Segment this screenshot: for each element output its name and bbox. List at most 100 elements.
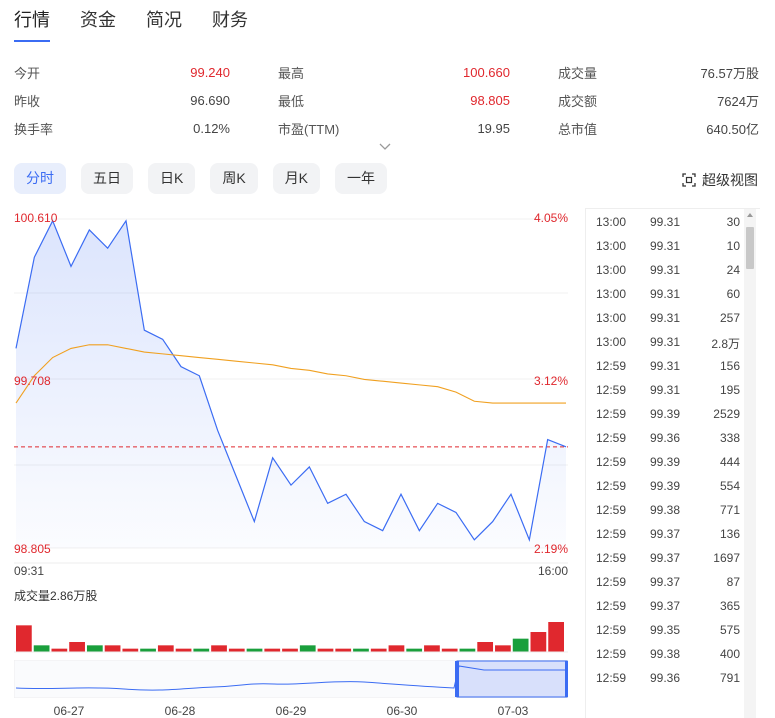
period-button-1[interactable]: 五日 <box>81 163 133 194</box>
tick-vol: 156 <box>719 359 740 373</box>
tick-time: 12:59 <box>596 407 627 421</box>
volume-bar <box>157 645 174 652</box>
stat-label: 成交量 <box>558 65 598 81</box>
tick-price: 99.31 <box>650 383 681 397</box>
nav-date: 06-30 <box>386 704 418 718</box>
tick-price: 99.31 <box>650 263 681 277</box>
stat-label: 市盈(TTM) <box>278 121 340 137</box>
scrollbar[interactable] <box>744 209 756 718</box>
super-view-button[interactable]: 超级视图 <box>682 170 758 190</box>
tick-vol: 195 <box>719 383 740 397</box>
tick-row: 13:00 99.31 24 <box>586 257 744 281</box>
stat-value: 640.50亿 <box>706 121 759 137</box>
tick-row: 12:59 99.39 554 <box>586 473 744 497</box>
tick-row: 12:59 99.38 771 <box>586 497 744 521</box>
tick-list[interactable]: 13:00 99.31 30 13:00 99.31 10 13:00 99.31 24 13:0… <box>585 208 760 718</box>
tick-row: 13:00 99.31 2.8万 <box>586 329 744 353</box>
tick-price: 99.37 <box>650 551 681 565</box>
tick-row: 12:59 99.37 365 <box>586 593 744 617</box>
tick-vol: 60 <box>726 287 740 301</box>
tick-vol: 554 <box>719 479 740 493</box>
tick-price: 99.31 <box>650 239 681 253</box>
pct-mid-label: 3.12% <box>533 374 568 388</box>
tick-vol: 24 <box>726 263 740 277</box>
tab-2[interactable]: 简况 <box>146 8 182 42</box>
tick-price: 99.31 <box>650 335 681 349</box>
stat-value: 7624万 <box>717 93 759 109</box>
tab-3[interactable]: 财务 <box>212 8 248 42</box>
tick-time: 12:59 <box>596 359 627 373</box>
volume-bar <box>388 645 405 652</box>
intraday-chart[interactable]: 100.610 99.708 98.805 4.05% 3.12% 2.19% … <box>14 207 568 582</box>
volume-bar <box>211 645 227 652</box>
stat-value: 76.57万股 <box>700 65 759 81</box>
volume-bar <box>69 642 85 652</box>
stat-row: 昨收 96.690 最低 98.805 成交额 7624万 <box>14 86 759 114</box>
chevron-down-icon[interactable] <box>379 142 391 152</box>
tick-time: 13:00 <box>596 335 627 349</box>
scrollbar-thumb[interactable] <box>746 227 754 269</box>
period-button-3[interactable]: 周K <box>210 163 258 194</box>
period-button-5[interactable]: 一年 <box>335 163 388 194</box>
tick-time: 12:59 <box>596 527 627 541</box>
intraday-chart-svg <box>14 218 568 564</box>
range-navigator[interactable] <box>14 660 568 698</box>
tick-price: 99.31 <box>650 287 681 301</box>
volume-bar <box>104 645 121 652</box>
tick-vol: 338 <box>719 431 740 445</box>
tick-row: 12:59 99.36 791 <box>586 665 744 689</box>
scroll-up-icon[interactable] <box>747 213 753 217</box>
super-view-label: 超级视图 <box>702 172 758 188</box>
tab-1[interactable]: 资金 <box>80 8 116 42</box>
volume-bar <box>33 645 50 652</box>
tick-time: 12:59 <box>596 551 627 565</box>
volume-bar <box>86 645 103 652</box>
stat-label: 今开 <box>14 65 41 81</box>
tick-price: 99.31 <box>650 215 681 229</box>
tick-time: 13:00 <box>596 215 627 229</box>
tick-row: 12:59 99.35 575 <box>586 617 744 641</box>
tick-row: 12:59 99.39 444 <box>586 449 744 473</box>
period-selector: 分时 五日 日K 周K 月K 一年 <box>14 163 388 194</box>
price-low-label: 98.805 <box>14 542 51 556</box>
stat-row: 换手率 0.12% 市盈(TTM) 19.95 总市值 640.50亿 <box>14 114 759 142</box>
tick-vol: 365 <box>719 599 740 613</box>
stat-value: 99.240 <box>190 64 230 80</box>
navigator-handle-left <box>455 661 459 697</box>
tick-price: 99.39 <box>650 479 681 493</box>
tick-vol: 1697 <box>713 551 740 565</box>
tick-price: 99.38 <box>650 647 681 661</box>
tab-bar: 行情 资金 简况 财务 <box>14 8 248 42</box>
tick-row: 12:59 99.36 338 <box>586 425 744 449</box>
nav-date: 06-28 <box>164 704 196 718</box>
pct-low-label: 2.19% <box>533 542 568 556</box>
tab-0[interactable]: 行情 <box>14 8 50 42</box>
stat-label: 昨收 <box>14 93 41 109</box>
tick-vol: 791 <box>719 671 740 685</box>
volume-chart <box>14 622 568 653</box>
stat-label: 换手率 <box>14 121 54 137</box>
period-button-4[interactable]: 月K <box>272 163 321 194</box>
stat-value: 98.805 <box>470 92 510 108</box>
period-button-0[interactable]: 分时 <box>14 163 66 194</box>
volume-bar <box>16 625 32 652</box>
tick-time: 12:59 <box>596 431 627 445</box>
tick-vol: 136 <box>719 527 740 541</box>
tick-time: 12:59 <box>596 599 627 613</box>
navigator-handle-right <box>565 661 568 697</box>
tick-time: 12:59 <box>596 671 627 685</box>
stat-value: 100.660 <box>463 64 510 80</box>
quote-stats: 今开 99.240 最高 100.660 成交量 76.57万股昨收 96.690 最低 98.… <box>14 58 759 142</box>
tick-price: 99.39 <box>650 455 681 469</box>
stat-label: 最高 <box>278 65 305 81</box>
tick-row: 13:00 99.31 257 <box>586 305 744 329</box>
volume-bar <box>299 645 316 652</box>
tick-price: 99.37 <box>650 575 681 589</box>
tick-vol: 771 <box>719 503 740 517</box>
tick-price: 99.35 <box>650 623 681 637</box>
tick-row: 12:59 99.31 195 <box>586 377 744 401</box>
volume-bar <box>530 632 547 652</box>
tick-time: 12:59 <box>596 383 627 397</box>
tick-row: 12:59 99.31 156 <box>586 353 744 377</box>
period-button-2[interactable]: 日K <box>148 163 196 194</box>
